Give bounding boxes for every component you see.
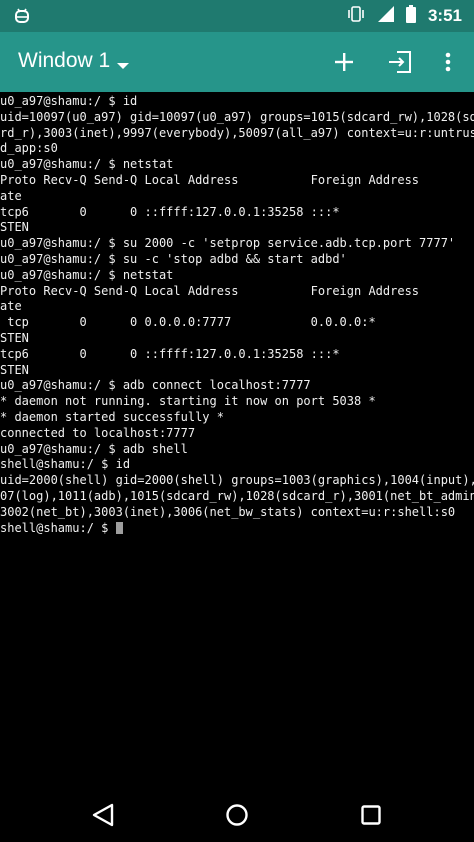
terminal-line: u0_a97@shamu:/ $ adb connect localhost:7…: [0, 378, 311, 393]
dropdown-arrow-icon[interactable]: [116, 56, 130, 69]
exit-icon[interactable]: [384, 46, 416, 78]
app-bar: Window 1: [0, 32, 474, 92]
terminal-line: 07(log),1011(adb),1015(sdcard_rw),1028(s…: [0, 488, 474, 503]
terminal-line: d_app:s0: [0, 141, 58, 156]
overflow-menu-icon[interactable]: [432, 46, 464, 78]
navigation-bar: [0, 786, 474, 842]
window-title[interactable]: Window 1: [18, 49, 110, 73]
terminal-line: u0_a97@shamu:/ $ adb shell: [0, 441, 188, 456]
terminal-line: Proto Recv-Q Send-Q Local Address Foreig…: [0, 283, 474, 298]
terminal-line: * daemon started successfully *: [0, 409, 224, 424]
terminal-line: uid=10097(u0_a97) gid=10097(u0_a97) grou…: [0, 109, 474, 124]
terminal-line: 3002(net_bt),3003(inet),3006(net_bw_stat…: [0, 504, 456, 519]
home-icon[interactable]: [222, 800, 252, 830]
terminal-line: STEN: [0, 362, 29, 377]
terminal-line: rd_r),3003(inet),9997(everybody),50097(a…: [0, 125, 474, 140]
battery-icon: [405, 5, 416, 27]
status-time: 3:51: [427, 6, 462, 25]
terminal-line: Proto Recv-Q Send-Q Local Address Foreig…: [0, 172, 474, 187]
terminal-line: connected to localhost:7777: [0, 425, 196, 440]
terminal-prompt: shell@shamu:/ $: [0, 520, 116, 535]
terminal-cursor: [115, 521, 123, 534]
terminal-line: u0_a97@shamu:/ $ id: [0, 94, 138, 108]
terminal-line: tcp 0 0 0.0.0.0:7777 0.0.0.0:* LI: [0, 315, 474, 330]
terminal-prompt-line[interactable]: shell@shamu:/ $: [0, 521, 474, 537]
terminal-line: uid=2000(shell) gid=2000(shell) groups=1…: [0, 473, 474, 488]
terminal-line: u0_a97@shamu:/ $ su 2000 -c 'setprop ser…: [0, 236, 456, 251]
android-debug-icon: [12, 6, 32, 26]
signal-icon: [377, 6, 394, 26]
vibrate-icon: [346, 5, 366, 27]
terminal-line: STEN: [0, 220, 29, 235]
terminal-line: shell@shamu:/ $ id: [0, 457, 131, 472]
recents-icon[interactable]: [356, 800, 386, 830]
terminal-line: u0_a97@shamu:/ $ su -c 'stop adbd && sta…: [0, 251, 347, 266]
status-bar: 3:51: [0, 0, 474, 32]
terminal-line: u0_a97@shamu:/ $ netstat: [0, 157, 174, 172]
terminal-line: u0_a97@shamu:/ $ netstat: [0, 267, 174, 282]
terminal-line: tcp6 0 0 ::ffff:127.0.0.1:35258 :::* LI: [0, 204, 474, 219]
terminal-output[interactable]: u0_a97@shamu:/ $ id uid=10097(u0_a97) gi…: [0, 94, 474, 774]
back-icon[interactable]: [88, 800, 118, 830]
terminal-line: STEN: [0, 330, 29, 345]
terminal-line: * daemon not running. starting it now on…: [0, 394, 376, 409]
terminal-line: ate: [0, 188, 22, 203]
add-icon[interactable]: [328, 46, 360, 78]
terminal-line: tcp6 0 0 ::ffff:127.0.0.1:35258 :::* LI: [0, 346, 474, 361]
terminal-line: ate: [0, 299, 22, 314]
